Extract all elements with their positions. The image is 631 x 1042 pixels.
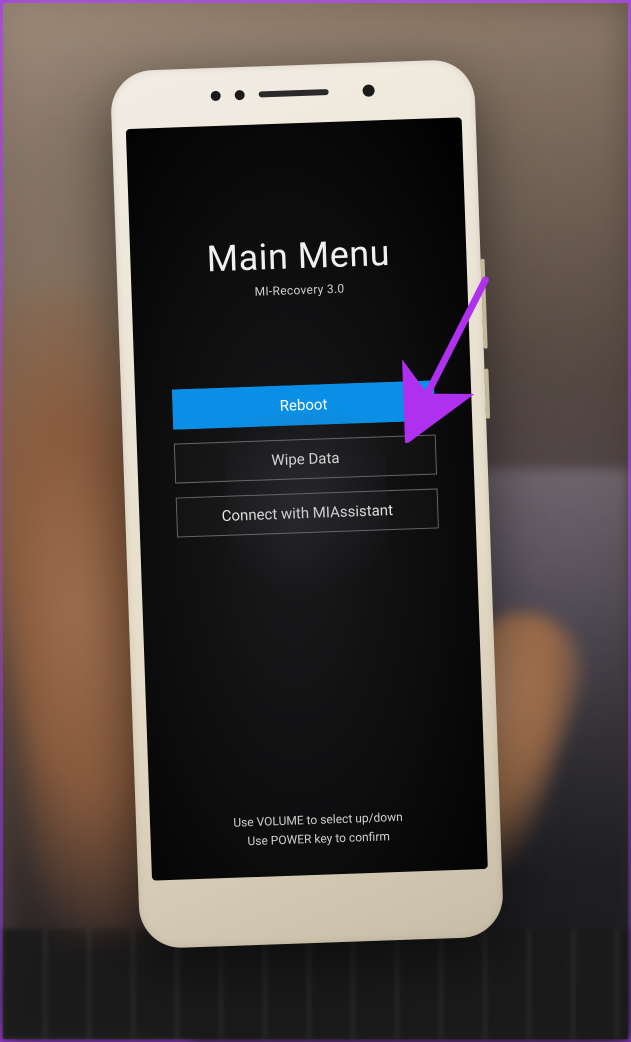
phone-screen: Main Menu MI-Recovery 3.0 Reboot Wipe Da… bbox=[126, 117, 488, 880]
front-camera-icon bbox=[362, 84, 374, 96]
usage-hints: Use VOLUME to select up/down Use POWER k… bbox=[150, 805, 487, 855]
menu-item-label: Reboot bbox=[279, 395, 327, 415]
light-sensor-icon bbox=[235, 90, 245, 100]
phone-device: Main Menu MI-Recovery 3.0 Reboot Wipe Da… bbox=[110, 59, 504, 949]
phone-sensors bbox=[111, 81, 475, 106]
page-subtitle: MI-Recovery 3.0 bbox=[208, 280, 392, 300]
menu-item-label: Wipe Data bbox=[271, 449, 340, 469]
speaker-icon bbox=[259, 89, 329, 97]
page-title: Main Menu bbox=[206, 232, 391, 280]
keyboard-background bbox=[3, 929, 628, 1039]
menu-item-connect-miassistant[interactable]: Connect with MIAssistant bbox=[176, 488, 439, 537]
recovery-menu: Reboot Wipe Data Connect with MIAssistan… bbox=[172, 380, 439, 537]
proximity-sensor-icon bbox=[211, 91, 221, 101]
menu-item-wipe-data[interactable]: Wipe Data bbox=[174, 434, 437, 483]
title-block: Main Menu MI-Recovery 3.0 bbox=[206, 232, 391, 300]
menu-item-reboot[interactable]: Reboot bbox=[172, 380, 435, 429]
menu-item-label: Connect with MIAssistant bbox=[221, 501, 393, 525]
